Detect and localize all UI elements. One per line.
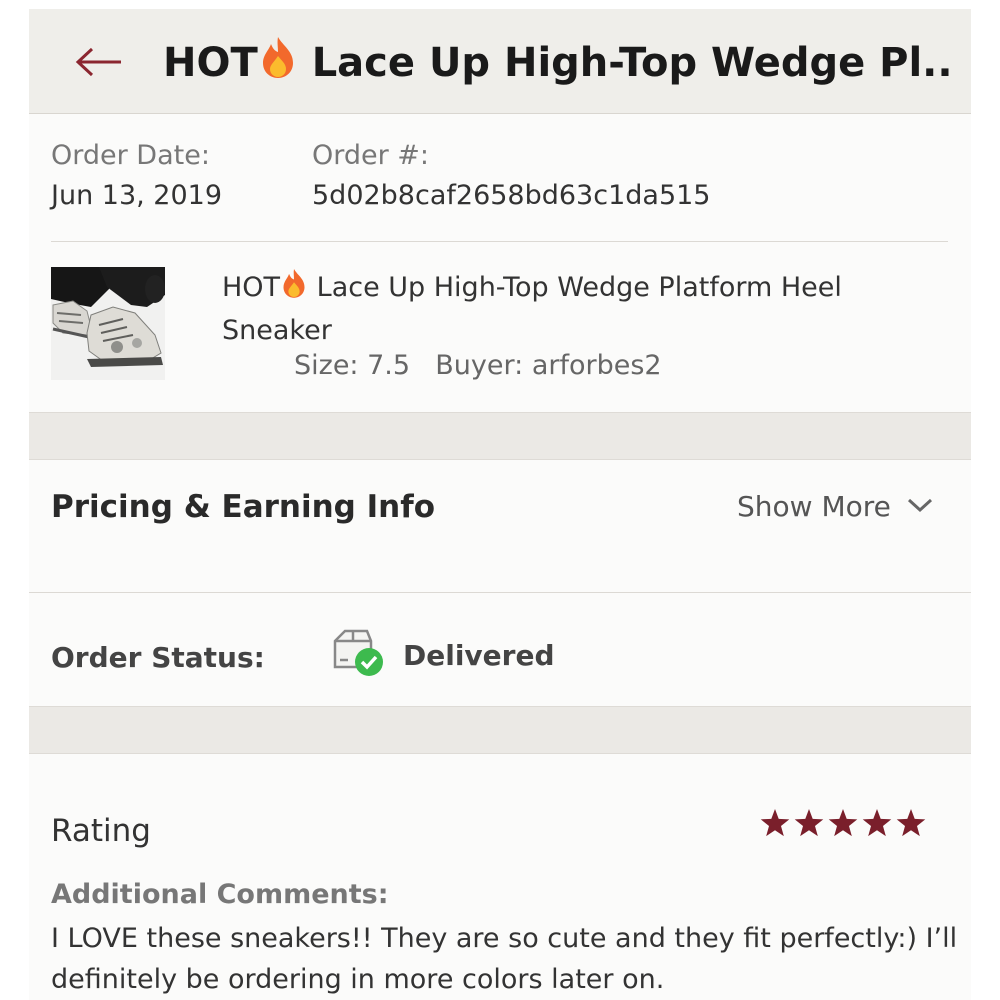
back-button[interactable] [75, 47, 123, 77]
item-meta: Size: 7.5 Buyer: arforbes2 [294, 350, 662, 381]
order-number-value: 5d02b8caf2658bd63c1da515 [312, 180, 711, 211]
section-spacer [29, 706, 971, 754]
order-date-value: Jun 13, 2019 [51, 180, 223, 211]
item-name-text: Lace Up High-Top Wedge Platform Heel Sne… [222, 272, 842, 346]
order-status-value: Delivered [403, 639, 555, 672]
order-detail-screen: HOT Lace Up High-Top Wedge Pl... Order D… [29, 9, 971, 1000]
rating-label: Rating [51, 813, 151, 849]
order-number-label: Order #: [312, 140, 430, 171]
star-icon [828, 809, 858, 837]
buyer-value[interactable]: arforbes2 [532, 350, 662, 381]
show-more-label: Show More [737, 490, 891, 523]
order-date-label: Order Date: [51, 140, 210, 171]
page-title: HOT Lace Up High-Top Wedge Pl... [163, 35, 953, 91]
star-icon [896, 809, 926, 837]
fire-icon [258, 35, 298, 91]
divider [51, 241, 948, 242]
comments-text: I LOVE these sneakers!! They are so cute… [51, 923, 958, 995]
product-thumbnail[interactable] [51, 267, 165, 380]
item-name[interactable]: HOT Lace Up High-Top Wedge Platform Heel… [222, 267, 922, 351]
app-header: HOT Lace Up High-Top Wedge Pl... [29, 9, 971, 114]
size-label: Size: [294, 350, 359, 381]
section-spacer [29, 412, 971, 460]
pricing-section-title: Pricing & Earning Info [51, 489, 436, 525]
show-more-button[interactable]: Show More [737, 490, 934, 523]
size-value: 7.5 [367, 350, 411, 381]
item-name-prefix: HOT [222, 272, 281, 303]
product-photo-sneakers [51, 267, 165, 380]
package-delivered-icon [331, 627, 387, 679]
comments-label: Additional Comments: [51, 879, 389, 910]
title-text: Lace Up High-Top Wedge Pl... [297, 40, 953, 86]
buyer-label: Buyer: [435, 350, 524, 381]
star-icon [760, 809, 790, 837]
chevron-down-icon [907, 498, 932, 513]
star-icon [862, 809, 892, 837]
star-rating [759, 803, 929, 843]
order-status-label: Order Status: [51, 641, 265, 674]
title-prefix: HOT [163, 40, 258, 86]
arrow-left-icon [75, 47, 121, 77]
divider [29, 592, 971, 593]
fire-icon [280, 267, 308, 311]
star-icon [794, 809, 824, 837]
